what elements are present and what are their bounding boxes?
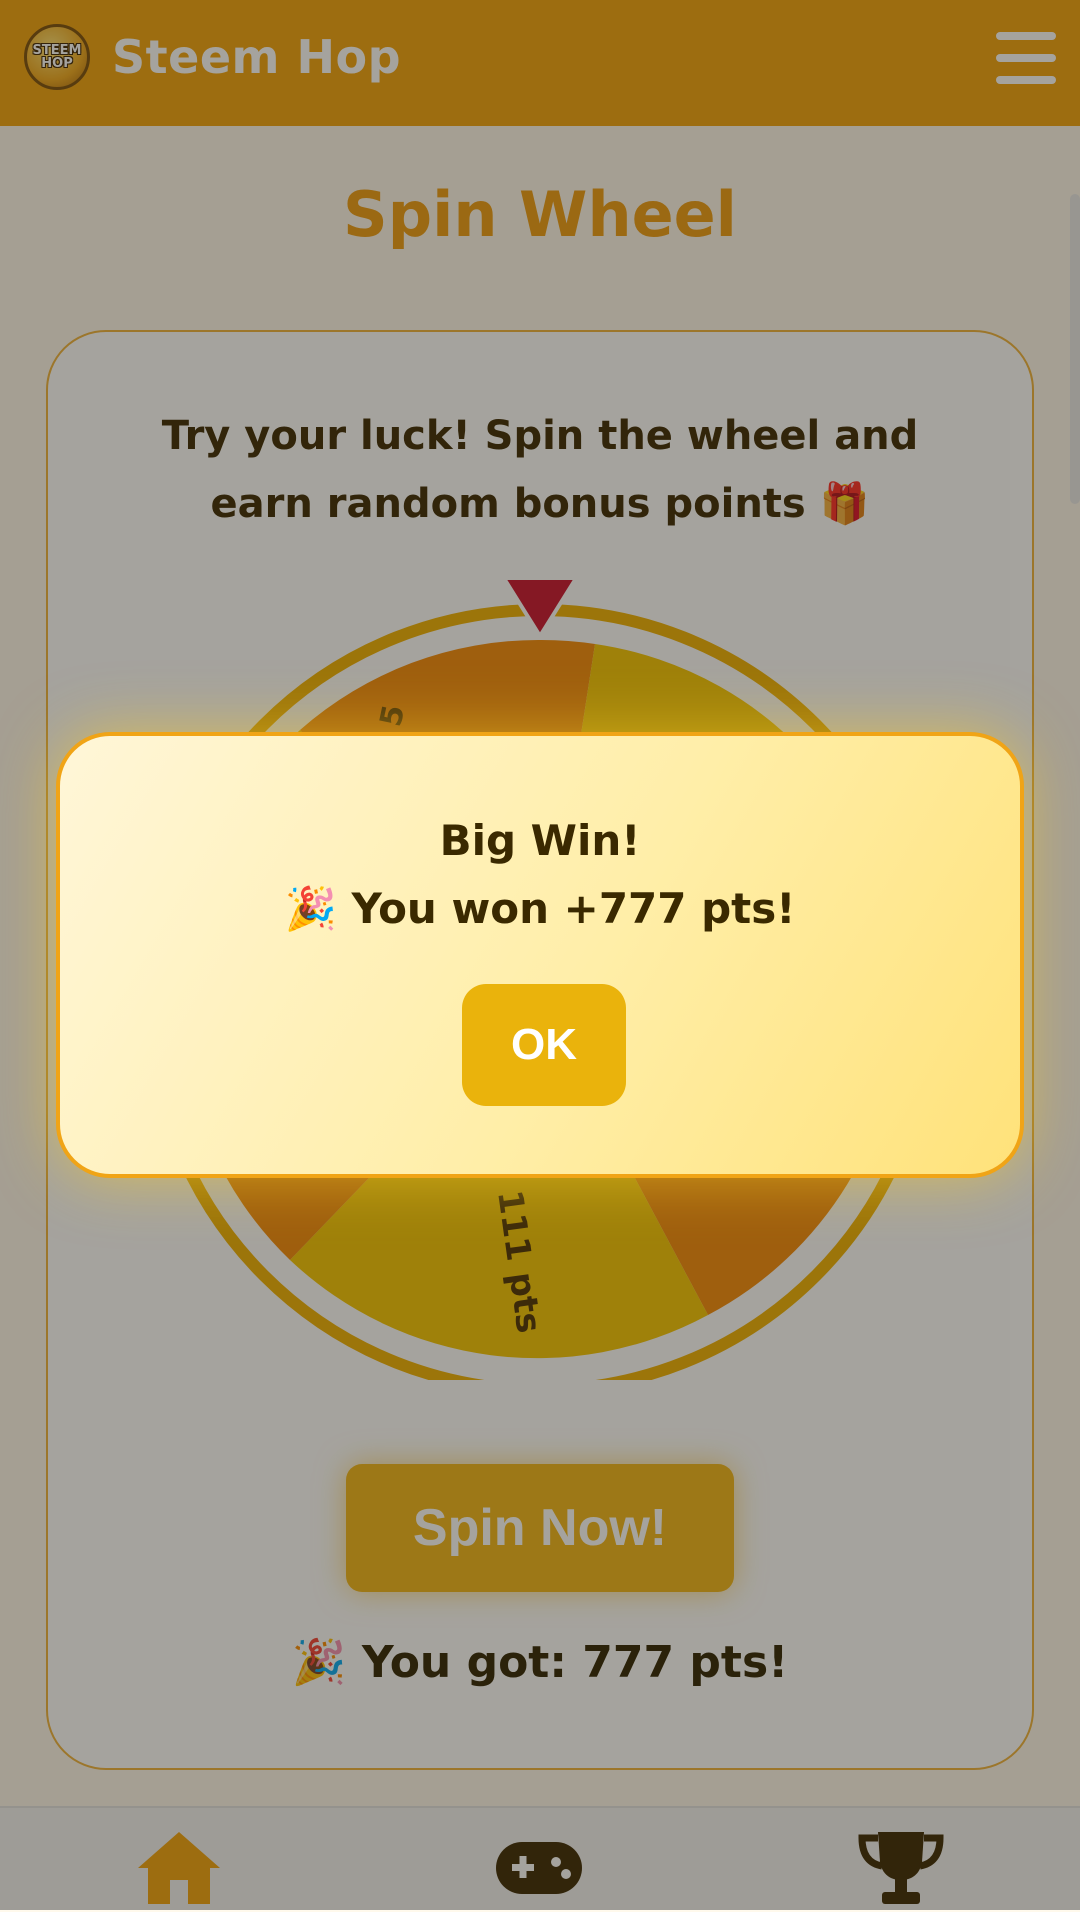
dialog-message: 🎉 You won +777 pts!	[284, 884, 796, 933]
big-win-dialog: Big Win! 🎉 You won +777 pts! OK	[56, 732, 1024, 1178]
dialog-title: Big Win!	[439, 816, 641, 865]
ok-button[interactable]: OK	[462, 984, 626, 1106]
